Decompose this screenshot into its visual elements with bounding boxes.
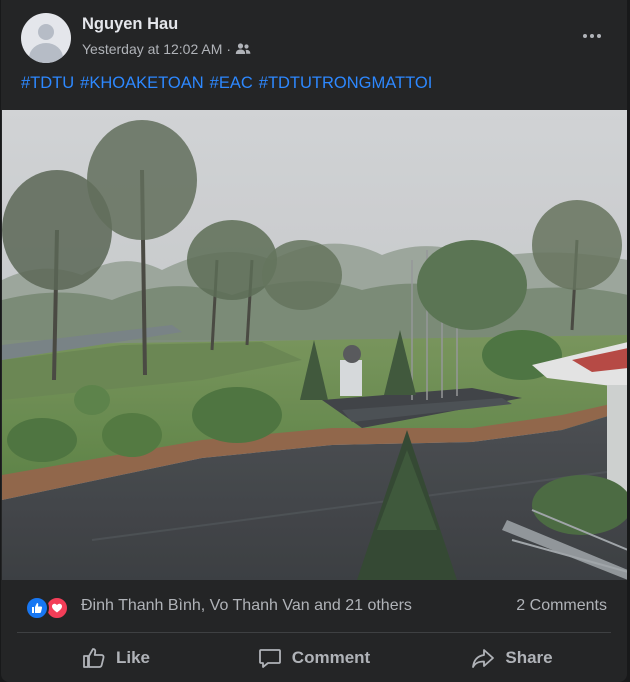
comment-icon [258,649,281,668]
comments-count[interactable]: 2 Comments [516,597,607,615]
more-dot [583,34,587,38]
share-icon [472,649,495,668]
post-photo[interactable] [2,110,627,580]
avatar-body-shape [29,43,63,63]
comment-button[interactable]: Comment [215,634,413,682]
avatar-head-shape [38,24,54,40]
hashtag-link[interactable]: #TDTU [21,74,74,93]
author-name[interactable]: Nguyen Hau [82,15,178,34]
reactions-summary: Đinh Thanh Bình, Vo Thanh Van and 21 oth… [1,582,627,632]
actions-divider [17,632,611,633]
like-button[interactable]: Like [17,634,215,682]
hashtag-link[interactable]: #EAC [210,74,253,93]
comment-label: Comment [291,648,371,667]
share-label: Share [505,648,553,667]
more-dot [597,34,601,38]
reaction-icons[interactable] [25,596,73,620]
like-reaction-icon [25,596,49,620]
post-actions: Like Comment Share [17,634,611,682]
reaction-names[interactable]: Đinh Thanh Bình, Vo Thanh Van and 21 oth… [81,597,412,615]
friends-icon[interactable] [235,42,251,56]
post-card: Nguyen Hau Yesterday at 12:02 AM · #TDTU… [1,0,627,682]
more-dot [590,34,594,38]
thumbs-up-icon [83,648,105,668]
post-timestamp[interactable]: Yesterday at 12:02 AM [82,41,222,57]
more-options-icon[interactable] [579,26,605,46]
post-meta: Yesterday at 12:02 AM · [82,41,251,57]
hashtag-link[interactable]: #TDTUTRONGMATTOI [259,74,433,93]
post-header: Nguyen Hau Yesterday at 12:02 AM · [1,0,627,68]
meta-separator: · [226,41,232,57]
like-label: Like [115,648,151,667]
post-hashtags: #TDTU #KHOAKETOAN #EAC #TDTUTRONGMATTOI [21,74,438,93]
share-button[interactable]: Share [413,634,611,682]
hashtag-link[interactable]: #KHOAKETOAN [80,74,203,93]
avatar[interactable] [21,13,71,63]
